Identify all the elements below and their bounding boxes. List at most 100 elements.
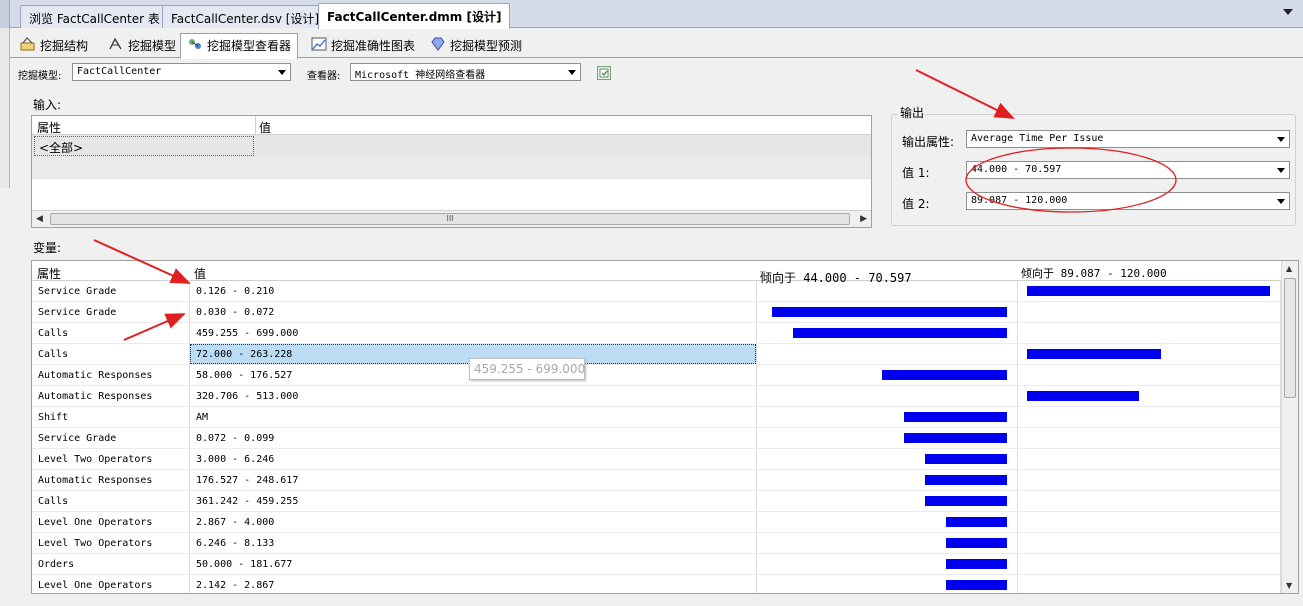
- row-attribute: Level One Operators: [38, 580, 153, 591]
- accuracy-chart-icon: [311, 37, 327, 51]
- row-value: 72.000 - 263.228: [196, 349, 293, 360]
- output-attribute-select[interactable]: Average Time Per Issue: [966, 130, 1290, 148]
- table-row[interactable]: Level Two Operators 3.000 - 6.246: [32, 449, 1282, 470]
- input-row[interactable]: <全部>: [32, 135, 871, 157]
- chevron-down-icon: [1277, 168, 1285, 173]
- row-value: 58.000 - 176.527: [196, 370, 293, 381]
- favors-value1-bar: [946, 559, 1007, 569]
- favors-value1-bar: [946, 538, 1007, 548]
- row-value: 2.867 - 4.000: [196, 517, 275, 528]
- tab-accuracy-chart[interactable]: 挖掘准确性图表: [305, 34, 421, 58]
- variables-col-favors-value2[interactable]: 倾向于 89.087 - 120.000: [1021, 265, 1167, 281]
- table-row[interactable]: Automatic Responses 320.706 - 513.000: [32, 386, 1282, 407]
- favors-value1-bar: [793, 328, 1007, 338]
- input-grid[interactable]: 属性 值 <全部> ◀ III ▶: [31, 115, 872, 228]
- row-value: AM: [196, 412, 209, 423]
- input-grid-header: 属性 值: [32, 116, 871, 135]
- tab-mining-model[interactable]: 挖掘模型: [102, 34, 182, 58]
- variables-section-title: 变量:: [33, 241, 62, 255]
- output-attribute-value: Average Time Per Issue: [971, 133, 1104, 144]
- row-value: 50.000 - 181.677: [196, 559, 293, 570]
- input-all-cell[interactable]: <全部>: [34, 136, 254, 156]
- variables-vertical-scrollbar[interactable]: ▲ ▼: [1281, 261, 1298, 593]
- favors-value1-bar: [904, 433, 1007, 443]
- input-row-empty[interactable]: [32, 157, 871, 179]
- table-row[interactable]: Level Two Operators 6.246 - 8.133: [32, 533, 1282, 554]
- scroll-right-icon[interactable]: ▶: [860, 214, 867, 224]
- document-tab-strip-edge: [0, 0, 10, 28]
- row-attribute: Level One Operators: [38, 517, 153, 528]
- input-horizontal-scrollbar[interactable]: ◀ III ▶: [32, 210, 871, 227]
- value2-select[interactable]: 89.087 - 120.000: [966, 192, 1290, 210]
- table-row[interactable]: Automatic Responses 176.527 - 248.617: [32, 470, 1282, 491]
- favors-value1-bar: [925, 454, 1007, 464]
- table-row[interactable]: Shift AM: [32, 407, 1282, 428]
- chevron-down-icon: [1277, 199, 1285, 204]
- tab-model-viewer[interactable]: 挖掘模型查看器: [180, 33, 299, 59]
- row-attribute: Level Two Operators: [38, 538, 153, 549]
- viewer-select[interactable]: Microsoft 神经网络查看器: [350, 63, 581, 81]
- viewer-select-value: Microsoft 神经网络查看器: [355, 70, 486, 81]
- sort-descending-icon: ▽: [760, 269, 766, 279]
- favors-value1-bar: [904, 412, 1007, 422]
- doc-tab-browse-table[interactable]: 浏览 FactCallCenter 表: [20, 5, 169, 28]
- table-row[interactable]: Calls 459.255 - 699.000: [32, 323, 1282, 344]
- tab-model-viewer-label: 挖掘模型查看器: [207, 39, 292, 53]
- table-row[interactable]: Level One Operators 2.867 - 4.000: [32, 512, 1282, 533]
- chevron-down-icon: [278, 70, 286, 75]
- row-attribute: Level Two Operators: [38, 454, 153, 465]
- table-row[interactable]: Level One Operators 2.142 - 2.867: [32, 575, 1282, 593]
- left-sidebar-strip: [0, 28, 10, 188]
- row-value: 320.706 - 513.000: [196, 391, 299, 402]
- favors-value1-bar: [925, 475, 1007, 485]
- scroll-left-icon[interactable]: ◀: [36, 214, 43, 224]
- table-row[interactable]: Calls 361.242 - 459.255: [32, 491, 1282, 512]
- row-value: 176.527 - 248.617: [196, 475, 299, 486]
- mining-model-icon: [108, 37, 124, 51]
- table-row[interactable]: Calls 72.000 - 263.228: [32, 344, 1282, 365]
- refresh-icon[interactable]: [597, 66, 611, 80]
- chevron-down-icon: [568, 70, 576, 75]
- table-row[interactable]: Orders 50.000 - 181.677: [32, 554, 1282, 575]
- variables-col-value[interactable]: 值: [194, 265, 206, 282]
- tab-mining-structure[interactable]: 挖掘结构: [14, 34, 94, 58]
- row-attribute: Automatic Responses: [38, 475, 153, 486]
- input-section-title: 输入:: [33, 98, 62, 112]
- row-value: 361.242 - 459.255: [196, 496, 299, 507]
- value2-label: 值 2:: [902, 197, 930, 211]
- prediction-icon: [430, 37, 446, 51]
- output-attribute-label: 输出属性:: [902, 135, 955, 149]
- scroll-thumb[interactable]: [1284, 278, 1296, 398]
- scroll-up-icon[interactable]: ▲: [1286, 264, 1292, 273]
- tab-mining-model-label: 挖掘模型: [128, 39, 177, 53]
- row-attribute: Calls: [38, 328, 69, 339]
- favors-value1-bar: [882, 370, 1007, 380]
- doc-tab-dsv-design[interactable]: FactCallCenter.dsv [设计]: [162, 5, 329, 28]
- row-attribute: Service Grade: [38, 307, 117, 318]
- variables-grid-header: 属性 值 倾向于 44.000 - 70.597 ▽ 倾向于 89.087 - …: [32, 261, 1282, 285]
- value2-select-value: 89.087 - 120.000: [971, 195, 1068, 206]
- input-col-attribute: 属性: [37, 121, 62, 135]
- variables-grid[interactable]: 属性 值 倾向于 44.000 - 70.597 ▽ 倾向于 89.087 - …: [31, 260, 1299, 594]
- value1-select[interactable]: 44.000 - 70.597: [966, 161, 1290, 179]
- designer-tab-strip: 挖掘结构 挖掘模型 挖掘模型查看器 挖掘准确性图表 挖掘模型预测: [10, 29, 1303, 59]
- favors-value2-bar: [1027, 286, 1270, 296]
- value-tooltip: 459.255 - 699.000: [469, 358, 585, 380]
- table-row[interactable]: Automatic Responses 58.000 - 176.527: [32, 365, 1282, 386]
- viewer-label: 查看器:: [307, 71, 341, 82]
- variables-col-attribute[interactable]: 属性: [37, 265, 61, 282]
- scroll-down-icon[interactable]: ▼: [1286, 581, 1292, 590]
- table-row[interactable]: Service Grade 0.126 - 0.210: [32, 281, 1282, 302]
- favors-value1-bar: [946, 580, 1007, 590]
- table-row[interactable]: Service Grade 0.072 - 0.099: [32, 428, 1282, 449]
- scroll-thumb[interactable]: III: [50, 213, 850, 225]
- tab-list-dropdown-icon[interactable]: [1283, 9, 1293, 15]
- tab-model-prediction[interactable]: 挖掘模型预测: [424, 34, 528, 58]
- row-attribute: Service Grade: [38, 286, 117, 297]
- mining-model-select[interactable]: FactCallCenter: [72, 63, 291, 81]
- table-row[interactable]: Service Grade 0.030 - 0.072: [32, 302, 1282, 323]
- row-attribute: Automatic Responses: [38, 391, 153, 402]
- chevron-down-icon: [1277, 137, 1285, 142]
- doc-tab-dmm-design[interactable]: FactCallCenter.dmm [设计]: [318, 3, 511, 29]
- tab-accuracy-chart-label: 挖掘准确性图表: [331, 39, 416, 53]
